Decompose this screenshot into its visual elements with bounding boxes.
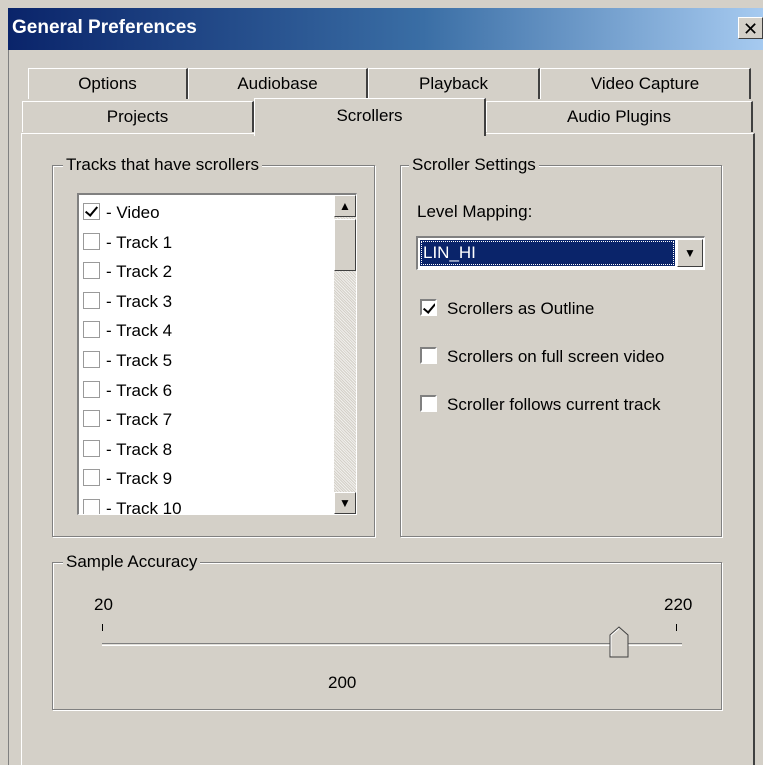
track-checkbox[interactable]: [83, 439, 100, 457]
option-scrollers-full-screen[interactable]: Scrollers on full screen video: [420, 347, 664, 367]
tracks-listbox[interactable]: - Video - Track 1 - Track 2 - Track 3 - Trac…: [77, 193, 357, 515]
level-mapping-select[interactable]: LIN_HI ▼: [416, 236, 705, 270]
track-checkbox[interactable]: [83, 499, 100, 514]
tab-options[interactable]: Options: [28, 68, 188, 99]
track-list-item[interactable]: - Track 4: [83, 321, 172, 351]
option-follows-current-track[interactable]: Scroller follows current track: [420, 395, 661, 415]
window-title: General Preferences: [12, 17, 197, 38]
track-label: - Track 1: [106, 232, 173, 252]
track-label: - Track 5: [106, 351, 173, 370]
tab-audio-plugins[interactable]: Audio Plugins: [486, 101, 753, 132]
level-mapping-label: Level Mapping:: [417, 202, 533, 221]
slider-tick-min: [102, 624, 103, 631]
sample-accuracy-legend: Sample Accuracy: [63, 552, 201, 572]
tab-scrollers[interactable]: Scrollers: [254, 98, 486, 136]
tracks-group-legend: Tracks that have scrollers: [63, 155, 263, 175]
checkbox[interactable]: [420, 395, 437, 413]
track-label: - Video: [106, 203, 160, 222]
tab-playback[interactable]: Playback: [368, 68, 540, 99]
checkbox[interactable]: [420, 299, 437, 317]
track-label: - Track 4: [106, 321, 173, 341]
track-list-item[interactable]: - Track 2: [83, 262, 172, 292]
scroll-up-button[interactable]: ▲: [334, 195, 356, 217]
track-checkbox[interactable]: [83, 232, 100, 250]
track-label: - Track 6: [106, 380, 173, 400]
track-list-item[interactable]: - Track 10: [83, 499, 182, 515]
track-checkbox[interactable]: [83, 321, 100, 339]
slider-min-label: 20: [94, 595, 113, 614]
track-label: - Track 9: [106, 469, 173, 489]
scrollbar-thumb[interactable]: [334, 219, 356, 271]
track-label: - Track 10: [106, 499, 182, 515]
track-checkbox[interactable]: [83, 410, 100, 428]
preferences-window: General Preferences ✕ Options Audiobase …: [0, 0, 763, 765]
level-mapping-dropdown-button[interactable]: ▼: [677, 239, 703, 267]
tab-label: Playback: [419, 74, 488, 93]
tab-label: Video Capture: [590, 74, 700, 93]
tab-video-capture[interactable]: Video Capture: [540, 68, 751, 99]
scroll-down-button[interactable]: ▼: [334, 492, 356, 514]
track-label: - Track 8: [106, 439, 173, 459]
checkbox[interactable]: [420, 347, 437, 365]
track-list-item[interactable]: - Track 6: [83, 381, 172, 411]
tab-label: Options: [78, 74, 137, 93]
track-checkbox[interactable]: [83, 262, 100, 280]
tab-projects[interactable]: Projects: [22, 101, 254, 132]
arrow-down-icon: ▼: [339, 496, 351, 510]
track-checkbox[interactable]: [83, 380, 100, 398]
track-list-item[interactable]: - Track 7: [83, 410, 172, 440]
track-list-item[interactable]: - Track 8: [83, 440, 172, 470]
tab-label: Scrollers: [336, 106, 403, 125]
close-icon: ✕: [742, 19, 759, 39]
chevron-down-icon: ▼: [684, 246, 696, 260]
option-label: Scroller follows current track: [447, 395, 661, 414]
tab-label: Audio Plugins: [567, 107, 671, 126]
option-label: Scrollers as Outline: [447, 299, 595, 318]
track-list-item[interactable]: - Track 9: [83, 469, 172, 499]
track-label: - Track 2: [106, 262, 173, 282]
slider-max-label: 220: [664, 595, 693, 614]
arrow-up-icon: ▲: [339, 199, 351, 213]
title-bar[interactable]: General Preferences ✕: [8, 8, 763, 50]
sample-accuracy-slider-thumb[interactable]: [609, 626, 629, 658]
tab-label: Projects: [106, 107, 169, 126]
track-list-item[interactable]: - Video: [83, 203, 160, 233]
close-button[interactable]: ✕: [738, 17, 763, 39]
tab-audiobase[interactable]: Audiobase: [188, 68, 368, 99]
track-list-item[interactable]: - Track 5: [83, 351, 172, 381]
track-checkbox[interactable]: [83, 203, 100, 221]
window-left-border: [8, 50, 9, 765]
slider-tick-max: [676, 624, 677, 631]
track-list-item[interactable]: - Track 3: [83, 292, 172, 322]
tracks-scrollbar[interactable]: ▲ ▼: [334, 195, 356, 514]
level-mapping-value: LIN_HI: [420, 240, 675, 266]
track-checkbox[interactable]: [83, 291, 100, 309]
scroller-settings-legend: Scroller Settings: [409, 155, 539, 175]
track-label: - Track 3: [106, 291, 173, 311]
track-checkbox[interactable]: [83, 351, 100, 369]
sample-accuracy-slider-track[interactable]: [102, 643, 682, 646]
slider-value-label: 200: [328, 673, 357, 692]
track-list-item[interactable]: - Track 1: [83, 233, 172, 263]
option-scrollers-as-outline[interactable]: Scrollers as Outline: [420, 299, 594, 319]
tab-label: Audiobase: [237, 74, 318, 93]
option-label: Scrollers on full screen video: [447, 347, 665, 366]
track-label: - Track 7: [106, 410, 173, 430]
track-checkbox[interactable]: [83, 469, 100, 487]
